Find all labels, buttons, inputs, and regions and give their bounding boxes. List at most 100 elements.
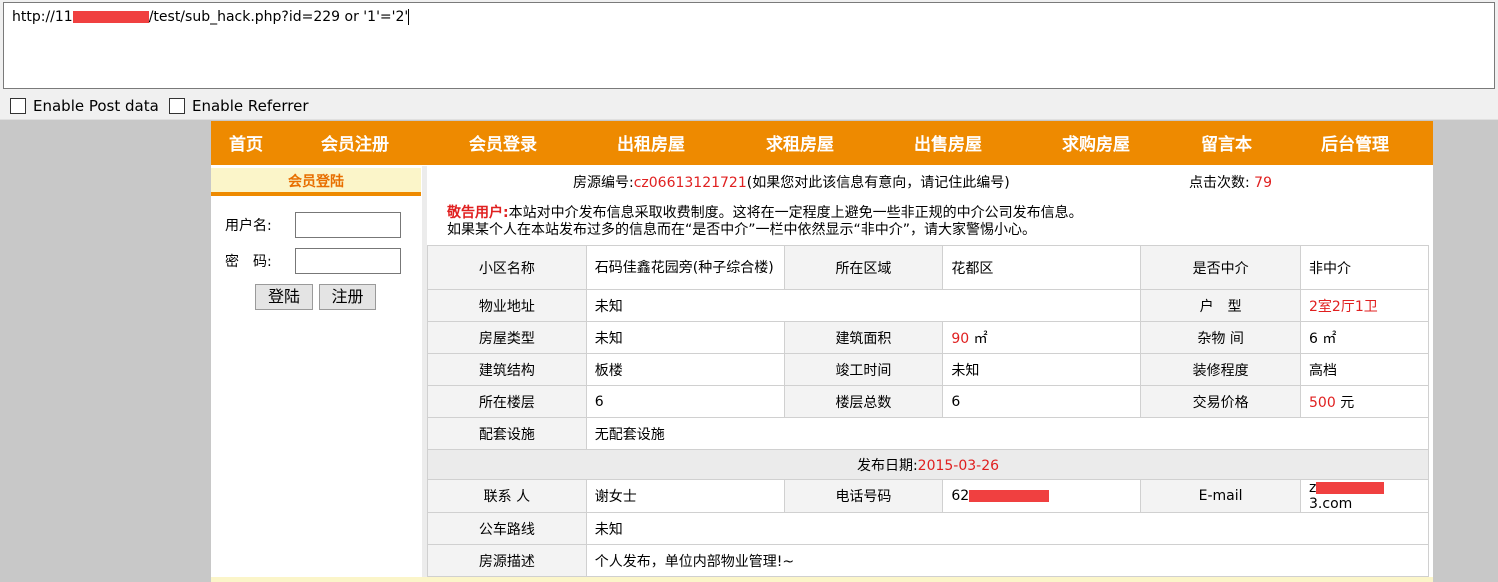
nav-register[interactable]: 会员注册 bbox=[321, 121, 389, 165]
phone-prefix: 62 bbox=[951, 488, 970, 504]
source-id-label: 房源编号: bbox=[573, 175, 634, 191]
click-count: 点击次数: 79 bbox=[1189, 172, 1272, 192]
bus-value: 未知 bbox=[585, 512, 1430, 545]
email-cell: z3.com bbox=[1300, 479, 1429, 513]
phone-label: 电话号码 bbox=[783, 479, 944, 513]
referrer-checkbox[interactable] bbox=[169, 98, 185, 114]
decor-label: 装修程度 bbox=[1140, 353, 1302, 386]
main-nav: 首页 会员注册 会员登录 出租房屋 求租房屋 出售房屋 求购房屋 留言本 后台管… bbox=[211, 121, 1433, 165]
web-page: 首页 会员注册 会员登录 出租房屋 求租房屋 出售房屋 求购房屋 留言本 后台管… bbox=[211, 121, 1433, 582]
property-details-table: 小区名称 石码佳鑫花园旁(种子综合楼) 所在区域 花都区 是否中介 非中介 物业… bbox=[427, 245, 1430, 577]
text-caret bbox=[408, 9, 410, 25]
login-button[interactable]: 登陆 bbox=[255, 284, 313, 310]
enable-referrer-option[interactable]: Enable Referrer bbox=[169, 97, 308, 115]
storage-value: 6 ㎡ bbox=[1300, 321, 1429, 354]
structure-label: 建筑结构 bbox=[427, 353, 587, 386]
username-input[interactable] bbox=[295, 212, 401, 238]
decor-value: 高档 bbox=[1300, 353, 1429, 386]
click-count-value: 79 bbox=[1254, 175, 1272, 191]
publish-date-cell: 发布日期:2015-03-26 bbox=[427, 449, 1429, 480]
address-label: 物业地址 bbox=[427, 289, 587, 322]
referrer-label: Enable Referrer bbox=[192, 97, 309, 115]
total-floors-label: 楼层总数 bbox=[783, 385, 944, 418]
click-count-label: 点击次数: bbox=[1189, 175, 1250, 191]
table-row: 房源描述 个人发布，单位内部物业管理!~ bbox=[427, 544, 1430, 577]
url-prefix: http://11 bbox=[12, 9, 73, 25]
contact-label: 联系 人 bbox=[427, 479, 587, 513]
source-id-line: 房源编号:cz06613121721(如果您对此该信息有意向，请记住此编号) bbox=[573, 172, 1010, 192]
password-row: 密 码: bbox=[225, 248, 415, 274]
source-id-value: cz06613121721 bbox=[633, 175, 747, 191]
table-row: 联系 人 谢女士 电话号码 62 E-mail z3.com bbox=[427, 479, 1429, 513]
notice-line-2: 如果某个人在本站发布过多的信息而在“是否中介”一栏中依然显示“非中介”，请大家警… bbox=[447, 222, 1037, 238]
district-label: 所在区域 bbox=[783, 245, 944, 290]
username-label: 用户名: bbox=[225, 218, 272, 234]
footer-strip bbox=[211, 577, 1433, 582]
options-bar: Enable Post data Enable Referrer bbox=[0, 92, 1498, 120]
community-value: 石码佳鑫花园旁(种子综合楼) bbox=[585, 245, 785, 290]
table-row: 所在楼层 6 楼层总数 6 交易价格 500 元 bbox=[427, 385, 1429, 418]
community-label: 小区名称 bbox=[427, 245, 587, 290]
post-data-checkbox[interactable] bbox=[10, 98, 26, 114]
publish-date-label: 发布日期: bbox=[856, 457, 918, 474]
table-row: 房屋类型 未知 建筑面积 90 ㎡ 杂物 间 6 ㎡ bbox=[427, 321, 1429, 354]
password-label: 密 码: bbox=[225, 254, 272, 270]
floor-label: 所在楼层 bbox=[427, 385, 587, 418]
listing-content: 房源编号:cz06613121721(如果您对此该信息有意向，请记住此编号) 点… bbox=[427, 166, 1433, 582]
nav-buy[interactable]: 求购房屋 bbox=[1062, 121, 1130, 165]
agent-value: 非中介 bbox=[1300, 245, 1429, 290]
facilities-label: 配套设施 bbox=[427, 417, 587, 450]
table-row: 小区名称 石码佳鑫花园旁(种子综合楼) 所在区域 花都区 是否中介 非中介 bbox=[427, 245, 1429, 290]
bus-label: 公车路线 bbox=[427, 512, 587, 545]
email-prefix: z bbox=[1309, 480, 1317, 496]
completed-value: 未知 bbox=[942, 353, 1142, 386]
area-unit: ㎡ bbox=[973, 330, 988, 347]
source-id-note: (如果您对此该信息有意向，请记住此编号) bbox=[746, 175, 1010, 191]
password-input[interactable] bbox=[295, 248, 401, 274]
facilities-value: 无配套设施 bbox=[585, 417, 1430, 450]
phone-cell: 62 bbox=[942, 479, 1142, 513]
notice-warning: 敬告用户: bbox=[447, 205, 509, 221]
storage-label: 杂物 间 bbox=[1140, 321, 1302, 354]
nav-rent-wanted[interactable]: 求租房屋 bbox=[766, 121, 834, 165]
district-value: 花都区 bbox=[942, 245, 1142, 290]
total-floors-value: 6 bbox=[942, 385, 1142, 418]
completed-label: 竣工时间 bbox=[783, 353, 944, 386]
table-row: 建筑结构 板楼 竣工时间 未知 装修程度 高档 bbox=[427, 353, 1429, 386]
register-button[interactable]: 注册 bbox=[319, 284, 376, 310]
address-value: 未知 bbox=[585, 289, 1142, 322]
notice-box: 敬告用户:本站对中介发布信息采取收费制度。这将在一定程度上避免一些非正规的中介公… bbox=[447, 205, 1083, 239]
layout-label: 户 型 bbox=[1140, 289, 1302, 322]
table-row: 配套设施 无配套设施 bbox=[427, 417, 1430, 450]
price-cell: 500 元 bbox=[1300, 385, 1429, 418]
area-cell: 90 ㎡ bbox=[942, 321, 1142, 354]
email-label: E-mail bbox=[1140, 479, 1302, 513]
notice-line-1: 本站对中介发布信息采取收费制度。这将在一定程度上避免一些非正规的中介公司发布信息… bbox=[508, 205, 1083, 221]
url-suffix: /test/sub_hack.php?id=229 or '1'='2' bbox=[148, 9, 409, 25]
table-row: 公车路线 未知 bbox=[427, 512, 1430, 545]
phone-redaction bbox=[969, 490, 1050, 502]
nav-rent-out[interactable]: 出租房屋 bbox=[617, 121, 685, 165]
price-label: 交易价格 bbox=[1140, 385, 1302, 418]
nav-admin[interactable]: 后台管理 bbox=[1321, 121, 1389, 165]
nav-home[interactable]: 首页 bbox=[229, 121, 263, 165]
enable-post-data-option[interactable]: Enable Post data bbox=[10, 97, 159, 115]
login-panel-title: 会员登陆 bbox=[211, 168, 421, 196]
table-row: 物业地址 未知 户 型 2室2厅1卫 bbox=[427, 289, 1429, 322]
publish-date-value: 2015-03-26 bbox=[917, 457, 1000, 474]
nav-sell[interactable]: 出售房屋 bbox=[914, 121, 982, 165]
url-input[interactable]: http://11/test/sub_hack.php?id=229 or '1… bbox=[3, 2, 1495, 89]
url-area: http://11/test/sub_hack.php?id=229 or '1… bbox=[0, 0, 1498, 92]
email-suffix: 3.com bbox=[1309, 496, 1353, 512]
post-data-label: Enable Post data bbox=[33, 97, 159, 115]
price-value: 500 bbox=[1309, 394, 1336, 411]
type-value: 未知 bbox=[585, 321, 785, 354]
nav-guestbook[interactable]: 留言本 bbox=[1201, 121, 1252, 165]
layout-value: 2室2厅1卫 bbox=[1300, 289, 1429, 322]
area-value: 90 bbox=[951, 330, 970, 347]
contact-value: 谢女士 bbox=[585, 479, 785, 513]
type-label: 房屋类型 bbox=[427, 321, 587, 354]
nav-login[interactable]: 会员登录 bbox=[469, 121, 537, 165]
email-redaction bbox=[1316, 482, 1385, 494]
structure-value: 板楼 bbox=[585, 353, 785, 386]
